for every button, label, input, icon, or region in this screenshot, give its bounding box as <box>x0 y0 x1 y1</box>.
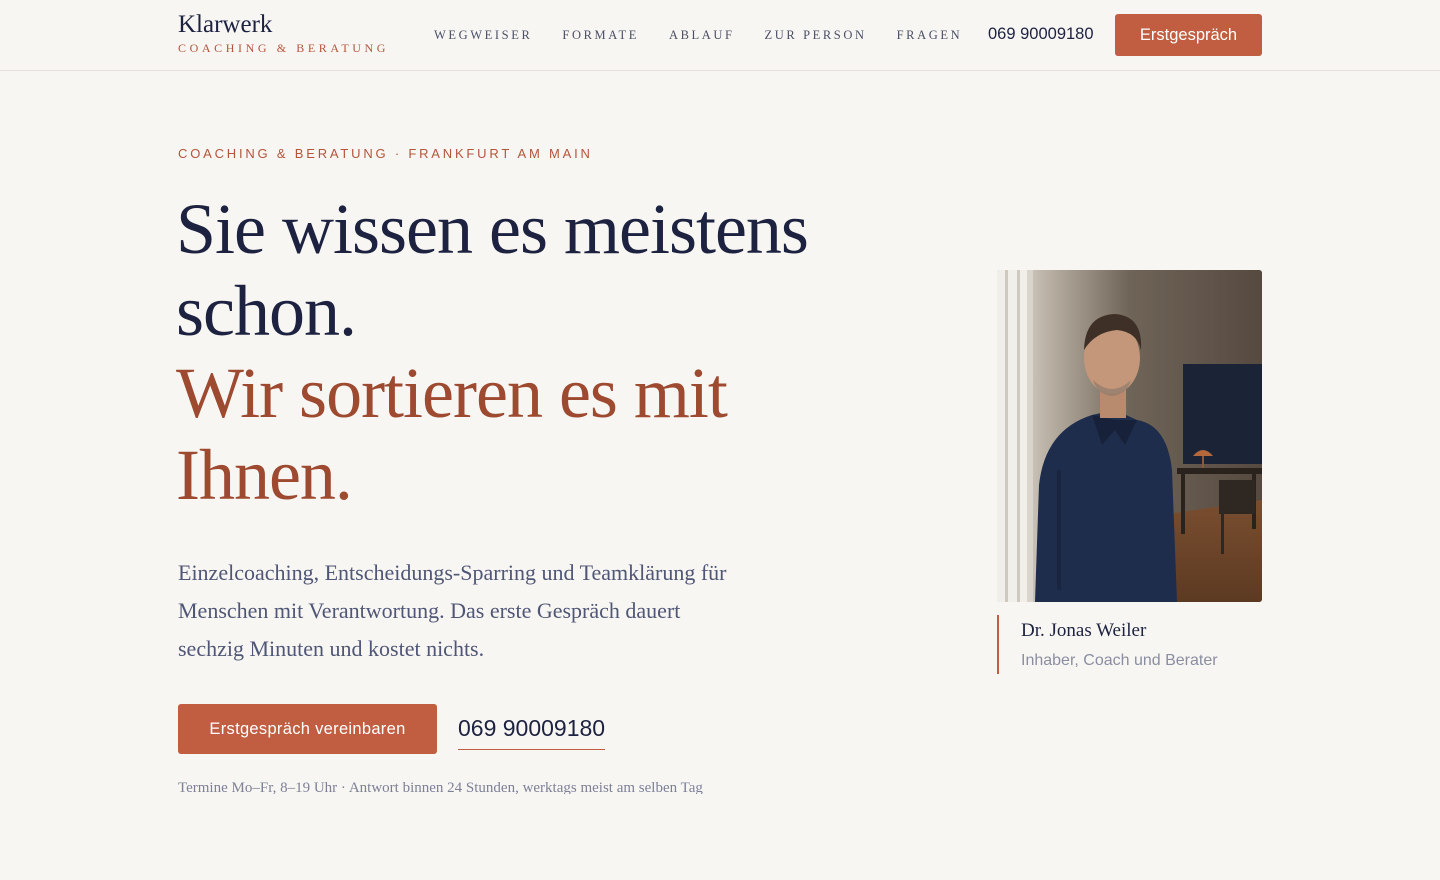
portrait-photo <box>997 270 1262 602</box>
brand-name: Klarwerk <box>178 11 273 38</box>
nav-link-wegweiser[interactable]: WEGWEISER <box>434 27 532 43</box>
hero-availability-note: Termine Mo–Fr, 8–19 Uhr · Antwort binnen… <box>178 780 703 794</box>
portrait-name: Dr. Jonas Weiler <box>1021 620 1147 641</box>
hero-title-line1: Sie wissen es meistens schon. <box>176 189 809 351</box>
brand-logo[interactable]: Klarwerk COACHING & BERATUNG <box>178 12 389 56</box>
nav-link-ablauf[interactable]: ABLAUF <box>669 27 735 43</box>
main-nav: WEGWEISER FORMATE ABLAUF ZUR PERSON FRAG… <box>434 27 992 43</box>
hero-title: Sie wissen es meistens schon. Wir sortie… <box>176 188 856 516</box>
portrait-role: Inhaber, Coach und Berater <box>1021 652 1218 669</box>
hero-title-line2: Wir sortieren es mit Ihnen. <box>176 353 728 515</box>
header-cta-button[interactable]: Erstgespräch <box>1115 14 1262 56</box>
hero-cta-button[interactable]: Erstgespräch vereinbaren <box>178 704 437 754</box>
hero-lead: Einzelcoaching, Entscheidungs-Sparring u… <box>178 560 727 661</box>
site-header: Klarwerk COACHING & BERATUNG WEGWEISER F… <box>0 0 1440 71</box>
brand-tagline: COACHING & BERATUNG <box>178 41 390 55</box>
portrait-illustration <box>997 270 1262 602</box>
nav-link-fragen[interactable]: FRAGEN <box>897 27 963 43</box>
nav-link-zur-person[interactable]: ZUR PERSON <box>765 27 867 43</box>
hero-phone-link[interactable]: 069 90009180 <box>458 714 606 750</box>
nav-link-formate[interactable]: FORMATE <box>562 27 639 43</box>
hero-eyebrow: COACHING & BERATUNG · FRANKFURT AM MAIN <box>178 146 593 161</box>
portrait-caption: Dr. Jonas Weiler Inhaber, Coach und Bera… <box>997 615 1218 674</box>
header-phone-link[interactable]: 069 90009180 <box>988 24 1094 44</box>
